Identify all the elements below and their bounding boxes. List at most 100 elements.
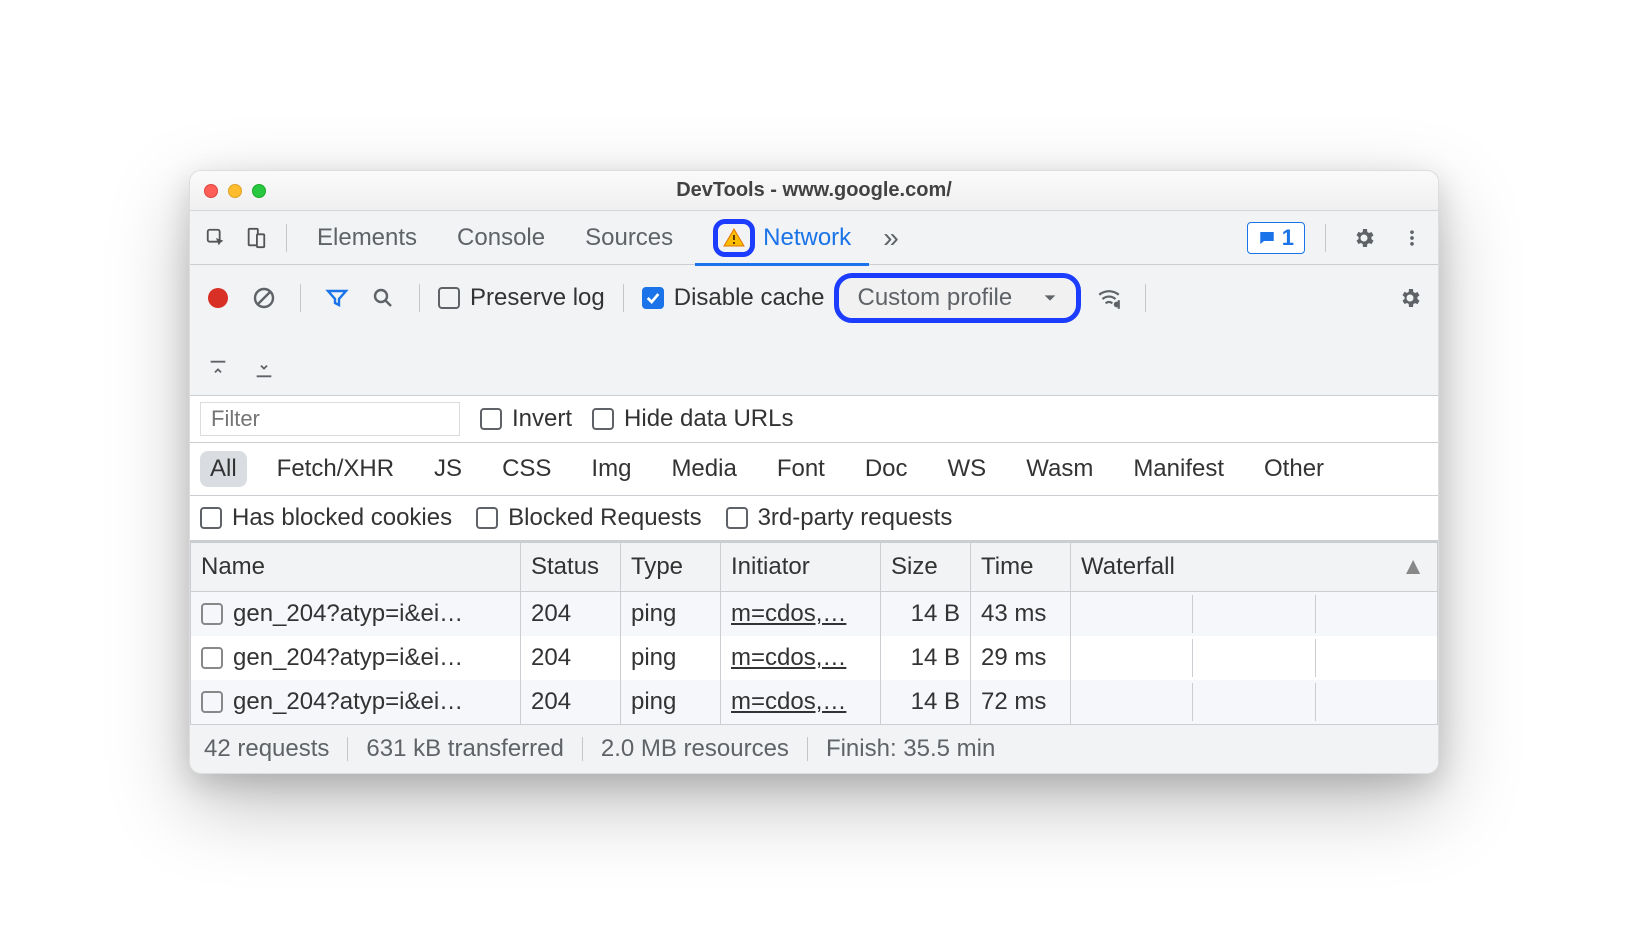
more-tabs-button[interactable]: » [873,222,909,254]
col-status[interactable]: Status [521,543,621,592]
issues-icon [1258,229,1276,247]
record-button[interactable] [200,280,236,316]
window-title: DevTools - www.google.com/ [190,179,1438,202]
status-finish: Finish: 35.5 min [826,735,995,763]
cell-type: ping [621,636,721,680]
col-name[interactable]: Name [191,543,521,592]
cell-initiator[interactable]: m=cdos,… [731,688,846,715]
search-icon[interactable] [365,280,401,316]
table-row[interactable]: gen_204?atyp=i&ei… 204 ping m=cdos,… 14 … [191,636,1438,680]
col-type[interactable]: Type [621,543,721,592]
status-resources: 2.0 MB resources [601,735,789,763]
tab-elements[interactable]: Elements [299,211,435,265]
settings-icon[interactable] [1346,220,1382,256]
checkbox-unchecked-icon [592,408,614,430]
type-chip-fetch[interactable]: Fetch/XHR [267,451,404,487]
cell-size: 14 B [881,592,971,637]
disable-cache-label: Disable cache [674,284,825,312]
filter-toggle-icon[interactable] [319,280,355,316]
checkbox-unchecked-icon [480,408,502,430]
checkbox-unchecked-icon [726,507,748,529]
cell-status: 204 [521,636,621,680]
file-icon [201,647,223,669]
window-titlebar: DevTools - www.google.com/ [190,171,1438,211]
tab-label: Console [457,224,545,252]
divider [1145,284,1146,312]
cell-size: 14 B [881,680,971,724]
issues-count: 1 [1282,225,1294,251]
checkbox-unchecked-icon [476,507,498,529]
network-conditions-icon[interactable] [1091,280,1127,316]
tab-sources[interactable]: Sources [567,211,691,265]
table-row[interactable]: gen_204?atyp=i&ei… 204 ping m=cdos,… 14 … [191,592,1438,637]
col-time[interactable]: Time [971,543,1071,592]
type-chip-other[interactable]: Other [1254,451,1334,487]
more-menu-icon[interactable] [1394,220,1430,256]
status-requests: 42 requests [204,735,329,763]
cell-initiator[interactable]: m=cdos,… [731,600,846,627]
tab-console[interactable]: Console [439,211,563,265]
col-initiator[interactable]: Initiator [721,543,881,592]
cell-type: ping [621,680,721,724]
issues-button[interactable]: 1 [1247,222,1305,254]
col-waterfall[interactable]: Waterfall▲ [1071,543,1438,592]
filter-input[interactable] [200,402,460,436]
type-chip-manifest[interactable]: Manifest [1123,451,1234,487]
window-traffic-lights [190,184,266,198]
blocked-cookies-label: Has blocked cookies [232,504,452,532]
divider [286,224,287,252]
third-party-option[interactable]: 3rd-party requests [726,504,953,532]
type-chip-font[interactable]: Font [767,451,835,487]
maximize-window-button[interactable] [252,184,266,198]
tab-label: Network [763,224,851,252]
type-chip-doc[interactable]: Doc [855,451,918,487]
throttling-select[interactable]: Custom profile [834,273,1081,323]
col-size[interactable]: Size [881,543,971,592]
divider [1325,224,1326,252]
type-filter-row: All Fetch/XHR JS CSS Img Media Font Doc … [190,443,1438,496]
extra-filters-row: Has blocked cookies Blocked Requests 3rd… [190,496,1438,541]
type-chip-css[interactable]: CSS [492,451,561,487]
right-tools: 1 [1247,220,1430,256]
minimize-window-button[interactable] [228,184,242,198]
blocked-requests-option[interactable]: Blocked Requests [476,504,701,532]
device-toolbar-icon[interactable] [238,220,274,256]
type-chip-wasm[interactable]: Wasm [1016,451,1103,487]
type-chip-media[interactable]: Media [661,451,746,487]
disable-cache-option[interactable]: Disable cache [642,284,825,312]
cell-name: gen_204?atyp=i&ei… [233,600,463,628]
warning-icon [722,226,746,250]
throttling-value: Custom profile [857,284,1012,312]
clear-button[interactable] [246,280,282,316]
main-tabs-row: Elements Console Sources Network » 1 [190,211,1438,265]
sort-asc-icon: ▲ [1401,553,1425,581]
file-icon [201,603,223,625]
network-settings-icon[interactable] [1392,280,1428,316]
preserve-log-option[interactable]: Preserve log [438,284,605,312]
type-chip-all[interactable]: All [200,451,247,487]
invert-option[interactable]: Invert [480,405,572,433]
divider [300,284,301,312]
cell-waterfall [1071,680,1438,724]
checkbox-checked-icon [642,287,664,309]
tab-label: Sources [585,224,673,252]
cell-time: 29 ms [971,636,1071,680]
blocked-requests-label: Blocked Requests [508,504,701,532]
cell-initiator[interactable]: m=cdos,… [731,644,846,671]
hide-data-urls-option[interactable]: Hide data URLs [592,405,793,433]
table-header-row: Name Status Type Initiator Size Time Wat… [191,543,1438,592]
import-har-icon[interactable] [200,351,236,387]
type-chip-img[interactable]: Img [581,451,641,487]
cell-name: gen_204?atyp=i&ei… [233,644,463,672]
type-chip-js[interactable]: JS [424,451,472,487]
file-icon [201,691,223,713]
divider [623,284,624,312]
close-window-button[interactable] [204,184,218,198]
cell-waterfall [1071,592,1438,637]
tab-network[interactable]: Network [695,211,869,265]
inspect-element-icon[interactable] [198,220,234,256]
table-row[interactable]: gen_204?atyp=i&ei… 204 ping m=cdos,… 14 … [191,680,1438,724]
export-har-icon[interactable] [246,351,282,387]
blocked-cookies-option[interactable]: Has blocked cookies [200,504,452,532]
type-chip-ws[interactable]: WS [938,451,997,487]
